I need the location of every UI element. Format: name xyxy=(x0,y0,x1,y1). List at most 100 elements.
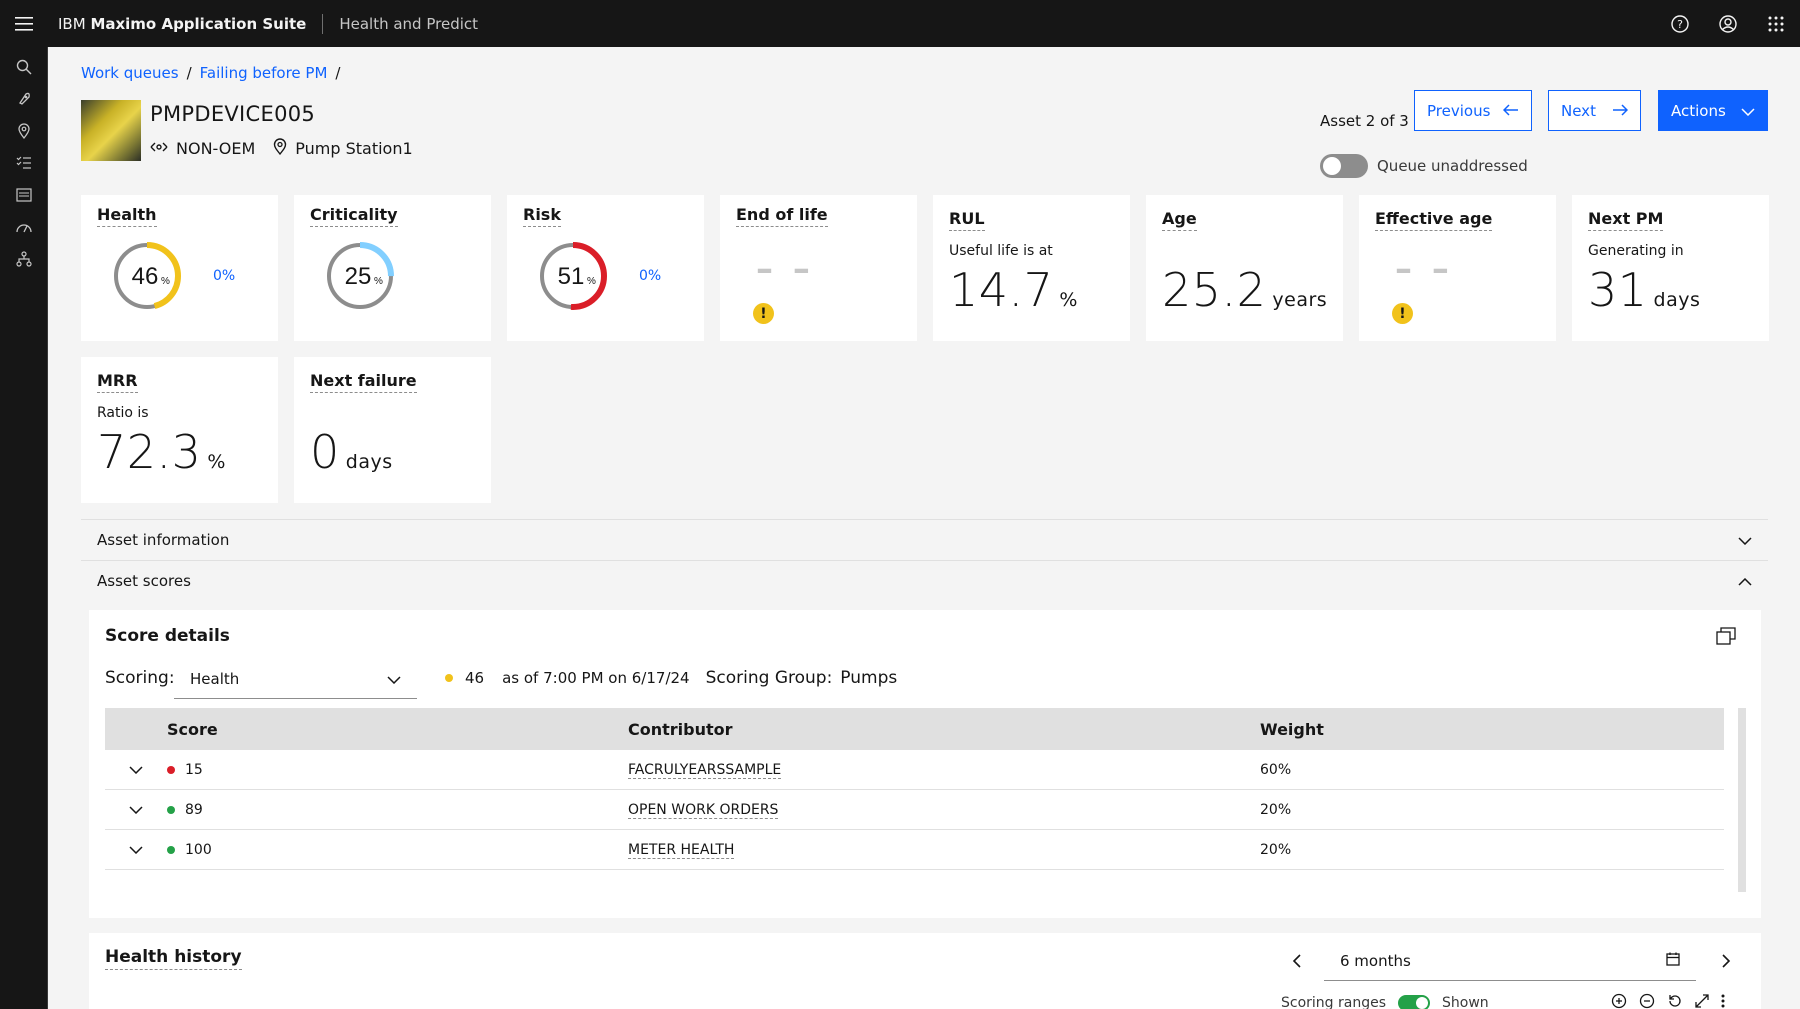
next-failure-unit: days xyxy=(345,451,393,473)
next-button[interactable]: Next xyxy=(1548,90,1641,131)
table-scrollbar[interactable] xyxy=(1738,708,1746,892)
warning-icon[interactable]: ! xyxy=(753,303,774,324)
criticality-gauge: 25 % xyxy=(326,242,394,310)
breadcrumb-failing-before-pm[interactable]: Failing before PM xyxy=(200,64,328,82)
score-cell-value: 15 xyxy=(185,761,203,778)
meter-icon[interactable] xyxy=(0,211,48,243)
breadcrumb-separator: / xyxy=(335,64,341,82)
score-summary: 46 as of 7:00 PM on 6/17/24 Scoring Grou… xyxy=(445,668,897,688)
shown-label: Shown xyxy=(1442,995,1489,1009)
health-card[interactable]: Health 46 % 0% xyxy=(81,195,278,341)
reset-icon[interactable] xyxy=(1667,993,1683,1009)
search-icon[interactable] xyxy=(0,51,48,83)
rul-value: 14.7 xyxy=(949,263,1054,317)
contributor-link[interactable]: FACRULYEARSSAMPLE xyxy=(628,761,782,779)
header-divider xyxy=(322,13,324,34)
location-icon[interactable] xyxy=(0,115,48,147)
header-actions: ? xyxy=(1656,0,1800,47)
warning-icon[interactable]: ! xyxy=(1392,303,1413,324)
dashboard-icon[interactable] xyxy=(0,179,48,211)
user-profile-icon[interactable] xyxy=(1704,0,1752,47)
scoring-dropdown[interactable]: Health xyxy=(174,659,417,699)
table-row[interactable]: 100 METER HEALTH 20% xyxy=(105,830,1724,870)
help-icon[interactable]: ? xyxy=(1656,0,1704,47)
score-details-panel: Score details Scoring: Health 46 as of 7… xyxy=(89,610,1761,918)
asset-scores-accordion[interactable]: Asset scores xyxy=(81,560,1768,601)
asset-location: Pump Station1 xyxy=(273,138,413,159)
expand-row-icon[interactable] xyxy=(105,765,167,774)
task-list-icon[interactable] xyxy=(0,147,48,179)
hierarchy-icon[interactable] xyxy=(0,243,48,275)
next-pm-card[interactable]: Next PM Generating in 31 days xyxy=(1572,195,1769,341)
hamburger-menu-icon[interactable] xyxy=(0,0,48,47)
effective-age-card[interactable]: Effective age – – ! xyxy=(1359,195,1556,341)
score-status-dot xyxy=(167,845,175,854)
asset-information-accordion[interactable]: Asset information xyxy=(81,519,1768,560)
mrr-metric: 72.3% xyxy=(97,425,226,479)
criticality-value: 25 xyxy=(345,263,372,290)
queue-unaddressed-toggle[interactable]: Queue unaddressed xyxy=(1320,154,1528,178)
breadcrumb-work-queues[interactable]: Work queues xyxy=(81,64,179,82)
rul-card[interactable]: RUL Useful life is at 14.7% xyxy=(933,195,1130,341)
column-header-contributor[interactable]: Contributor xyxy=(628,720,1260,739)
chevron-down-icon xyxy=(1738,531,1752,549)
scoring-ranges-toggle[interactable] xyxy=(1398,995,1431,1009)
asset-location-label: Pump Station1 xyxy=(295,139,413,158)
end-of-life-card[interactable]: End of life – – ! xyxy=(720,195,917,341)
arrow-left-icon xyxy=(1502,102,1519,120)
health-gauge: 46 % xyxy=(113,242,181,310)
zoom-out-icon[interactable] xyxy=(1639,993,1655,1009)
rul-card-title: RUL xyxy=(949,209,985,231)
app-switcher-icon[interactable] xyxy=(1752,0,1800,47)
asset-position: Asset 2 of 3 xyxy=(1320,112,1409,130)
health-card-title: Health xyxy=(97,205,157,227)
date-range-field[interactable]: 6 months xyxy=(1324,941,1696,981)
score-details-title: Score details xyxy=(105,626,230,646)
score-table-header: Score Contributor Weight xyxy=(105,708,1724,750)
actions-button[interactable]: Actions xyxy=(1658,90,1768,131)
risk-value: 51 xyxy=(558,263,585,290)
overflow-menu-icon[interactable] xyxy=(1721,994,1725,1009)
score-status-dot xyxy=(167,765,175,774)
asset-information-label: Asset information xyxy=(97,531,230,549)
calendar-icon[interactable] xyxy=(1666,952,1680,970)
table-row[interactable]: 15 FACRULYEARSSAMPLE 60% xyxy=(105,750,1724,790)
previous-button[interactable]: Previous xyxy=(1414,90,1532,131)
age-unit: years xyxy=(1272,289,1328,311)
next-failure-card[interactable]: Next failure 0 days xyxy=(294,357,491,503)
contributor-link[interactable]: OPEN WORK ORDERS xyxy=(628,801,779,819)
chevron-left-icon[interactable] xyxy=(1292,953,1301,972)
health-value: 46 xyxy=(132,263,159,290)
rocket-icon[interactable] xyxy=(0,83,48,115)
risk-card[interactable]: Risk 51 % 0% xyxy=(507,195,704,341)
svg-text:?: ? xyxy=(1677,18,1683,31)
health-change-link[interactable]: 0% xyxy=(213,268,235,284)
maximize-icon[interactable] xyxy=(1695,994,1709,1009)
expand-row-icon[interactable] xyxy=(105,845,167,854)
rul-unit: % xyxy=(1059,289,1078,311)
chevron-up-icon xyxy=(1738,572,1752,590)
toggle-switch[interactable] xyxy=(1320,154,1368,178)
asset-type-label: NON-OEM xyxy=(176,139,256,158)
zoom-in-icon[interactable] xyxy=(1611,993,1627,1009)
chevron-right-icon[interactable] xyxy=(1722,953,1731,972)
column-header-weight[interactable]: Weight xyxy=(1260,720,1460,739)
expand-row-icon[interactable] xyxy=(105,805,167,814)
score-status-dot xyxy=(167,805,175,814)
next-pm-metric: 31 days xyxy=(1588,263,1700,317)
criticality-card[interactable]: Criticality 25 % xyxy=(294,195,491,341)
risk-change-link[interactable]: 0% xyxy=(639,268,661,284)
next-failure-card-title: Next failure xyxy=(310,371,417,393)
age-card[interactable]: Age 25.2 years xyxy=(1146,195,1343,341)
contributor-link[interactable]: METER HEALTH xyxy=(628,841,735,859)
product-name[interactable]: IBM Maximo Application Suite xyxy=(58,15,306,33)
column-header-score[interactable]: Score xyxy=(167,720,628,739)
popout-icon[interactable] xyxy=(1716,627,1736,649)
score-cell: 89 xyxy=(167,802,628,818)
mrr-card[interactable]: MRR Ratio is 72.3% xyxy=(81,357,278,503)
age-metric: 25.2 years xyxy=(1162,263,1327,317)
table-row[interactable]: 89 OPEN WORK ORDERS 20% xyxy=(105,790,1724,830)
app-name: Health and Predict xyxy=(339,14,479,33)
scoring-label: Scoring: xyxy=(105,668,175,688)
effective-age-value: – – xyxy=(1395,249,1453,289)
